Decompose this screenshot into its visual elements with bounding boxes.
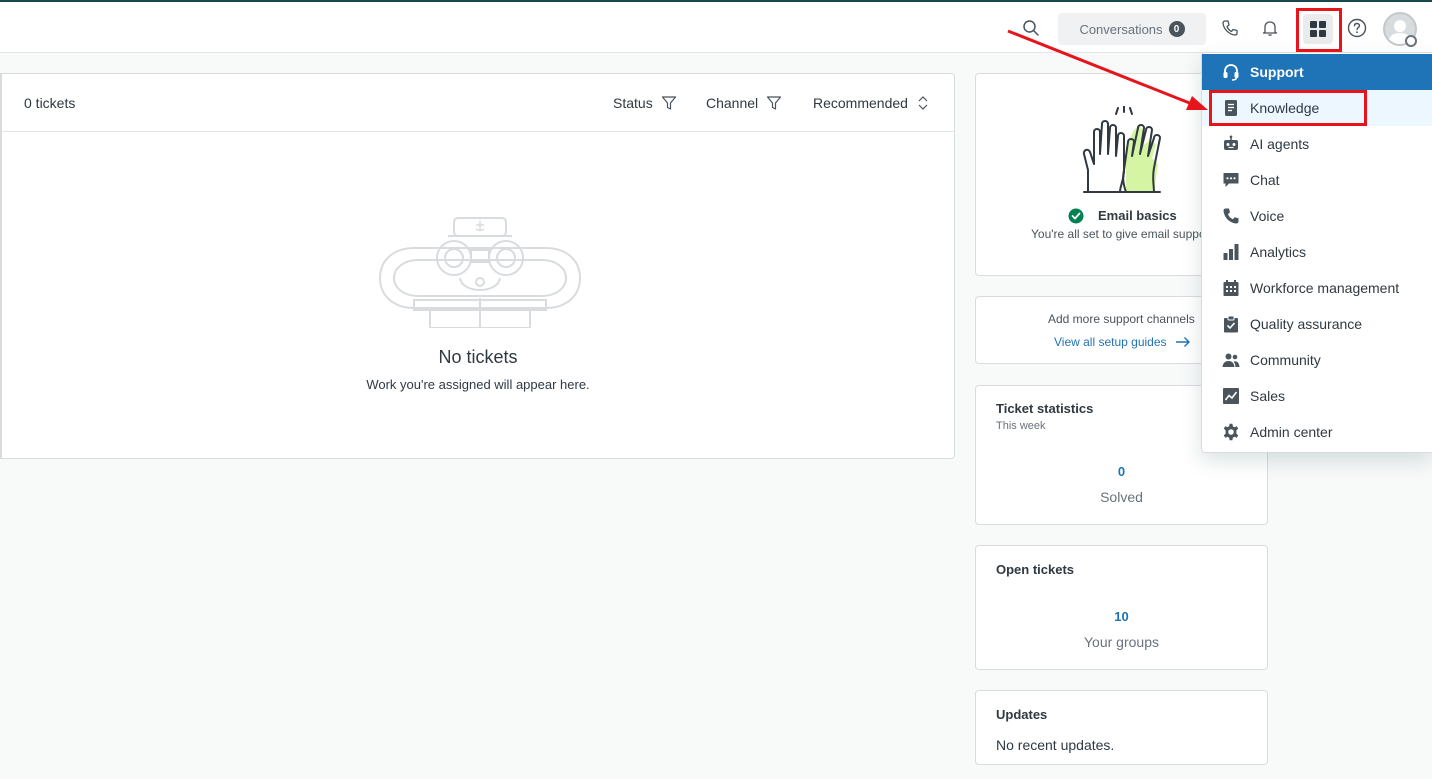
ticket-panel: 0 tickets Status Channel Recommended No … (0, 73, 955, 459)
menu-item-knowledge[interactable]: Knowledge (1202, 90, 1432, 126)
menu-item-workforce-management[interactable]: Workforce management (1202, 270, 1432, 306)
help-icon[interactable] (1345, 16, 1369, 40)
menu-item-ai-agents[interactable]: AI agents (1202, 126, 1432, 162)
ticket-statistics-period: This week (996, 420, 1046, 432)
chat-icon (1222, 171, 1240, 189)
clipboard-check-icon (1222, 315, 1240, 333)
sort-icon (918, 96, 928, 110)
filter-icon (661, 96, 676, 110)
conversations-label: Conversations (1079, 21, 1163, 37)
empty-state-subtitle: Work you're assigned will appear here. (366, 377, 590, 392)
menu-item-label: Support (1250, 64, 1304, 80)
phone-icon (1222, 207, 1240, 225)
high-five-hands-icon (1082, 106, 1161, 193)
setup-guides-label: View all setup guides (1054, 335, 1167, 349)
apps-grid-button[interactable] (1303, 14, 1333, 44)
menu-item-label: Community (1250, 352, 1321, 368)
open-tickets-count[interactable]: 10 (976, 609, 1267, 624)
setup-guides-link[interactable]: View all setup guides (1054, 335, 1191, 349)
updates-text: No recent updates. (996, 737, 1115, 753)
book-icon (1222, 99, 1240, 117)
menu-item-label: Admin center (1250, 424, 1333, 440)
filter-icon (767, 96, 782, 110)
menu-item-quality-assurance[interactable]: Quality assurance (1202, 306, 1432, 342)
email-basics-subtitle: You're all set to give email suppo (1031, 227, 1206, 241)
solved-label: Solved (1100, 489, 1143, 505)
bell-icon[interactable] (1258, 16, 1282, 40)
email-basics-title: Email basics (1098, 208, 1177, 223)
menu-item-admin-center[interactable]: Admin center (1202, 414, 1432, 450)
ticket-panel-header: 0 tickets Status Channel Recommended (2, 74, 954, 132)
check-circle-icon (1068, 208, 1084, 224)
menu-item-chat[interactable]: Chat (1202, 162, 1432, 198)
product-switcher-menu: Support Knowledge AI agents Chat Voice A… (1201, 52, 1432, 453)
updates-title: Updates (996, 707, 1048, 722)
gear-icon (1222, 423, 1240, 441)
calendar-icon (1222, 279, 1240, 297)
open-tickets-card: Open tickets 10 Your groups (975, 545, 1268, 670)
sort-label: Recommended (813, 95, 908, 111)
menu-item-label: Chat (1250, 172, 1280, 188)
menu-item-label: Voice (1250, 208, 1285, 224)
status-filter[interactable]: Status (613, 95, 677, 111)
trend-icon (1222, 387, 1240, 405)
conversations-button[interactable]: Conversations 0 (1058, 13, 1206, 45)
your-groups-label: Your groups (1084, 634, 1159, 650)
updates-card: Updates No recent updates. (975, 690, 1268, 765)
robot-icon (1222, 135, 1240, 153)
avatar-status-indicator (1405, 35, 1417, 47)
channel-filter-label: Channel (706, 95, 759, 111)
sort-dropdown[interactable]: Recommended (813, 95, 930, 111)
binoculars-illustration-icon (378, 217, 582, 328)
bar-chart-icon (1222, 243, 1240, 261)
ticket-count: 0 tickets (24, 95, 76, 111)
menu-item-label: AI agents (1250, 136, 1310, 152)
ticket-statistics-title: Ticket statistics (996, 401, 1094, 416)
menu-item-analytics[interactable]: Analytics (1202, 234, 1432, 270)
headset-icon (1222, 63, 1240, 81)
people-icon (1222, 351, 1240, 369)
arrow-right-icon (1175, 337, 1190, 347)
search-icon[interactable] (1019, 16, 1043, 40)
menu-item-label: Analytics (1250, 244, 1307, 260)
support-channels-text: Add more support channels (1048, 312, 1195, 326)
menu-item-sales[interactable]: Sales (1202, 378, 1432, 414)
menu-item-label: Knowledge (1250, 100, 1320, 116)
menu-item-label: Sales (1250, 388, 1286, 404)
solved-count[interactable]: 0 (976, 464, 1267, 479)
open-tickets-title: Open tickets (996, 562, 1075, 577)
empty-state-title: No tickets (438, 347, 518, 367)
apps-grid-icon (1310, 21, 1326, 37)
menu-item-voice[interactable]: Voice (1202, 198, 1432, 234)
channel-filter[interactable]: Channel (706, 95, 782, 111)
menu-item-label: Quality assurance (1250, 316, 1363, 332)
menu-item-label: Workforce management (1250, 280, 1400, 296)
phone-icon[interactable] (1218, 16, 1242, 40)
top-bar: Conversations 0 (0, 0, 1432, 53)
conversations-count-badge: 0 (1168, 21, 1185, 37)
status-filter-label: Status (613, 95, 653, 111)
menu-item-community[interactable]: Community (1202, 342, 1432, 378)
menu-item-support[interactable]: Support (1202, 54, 1432, 90)
